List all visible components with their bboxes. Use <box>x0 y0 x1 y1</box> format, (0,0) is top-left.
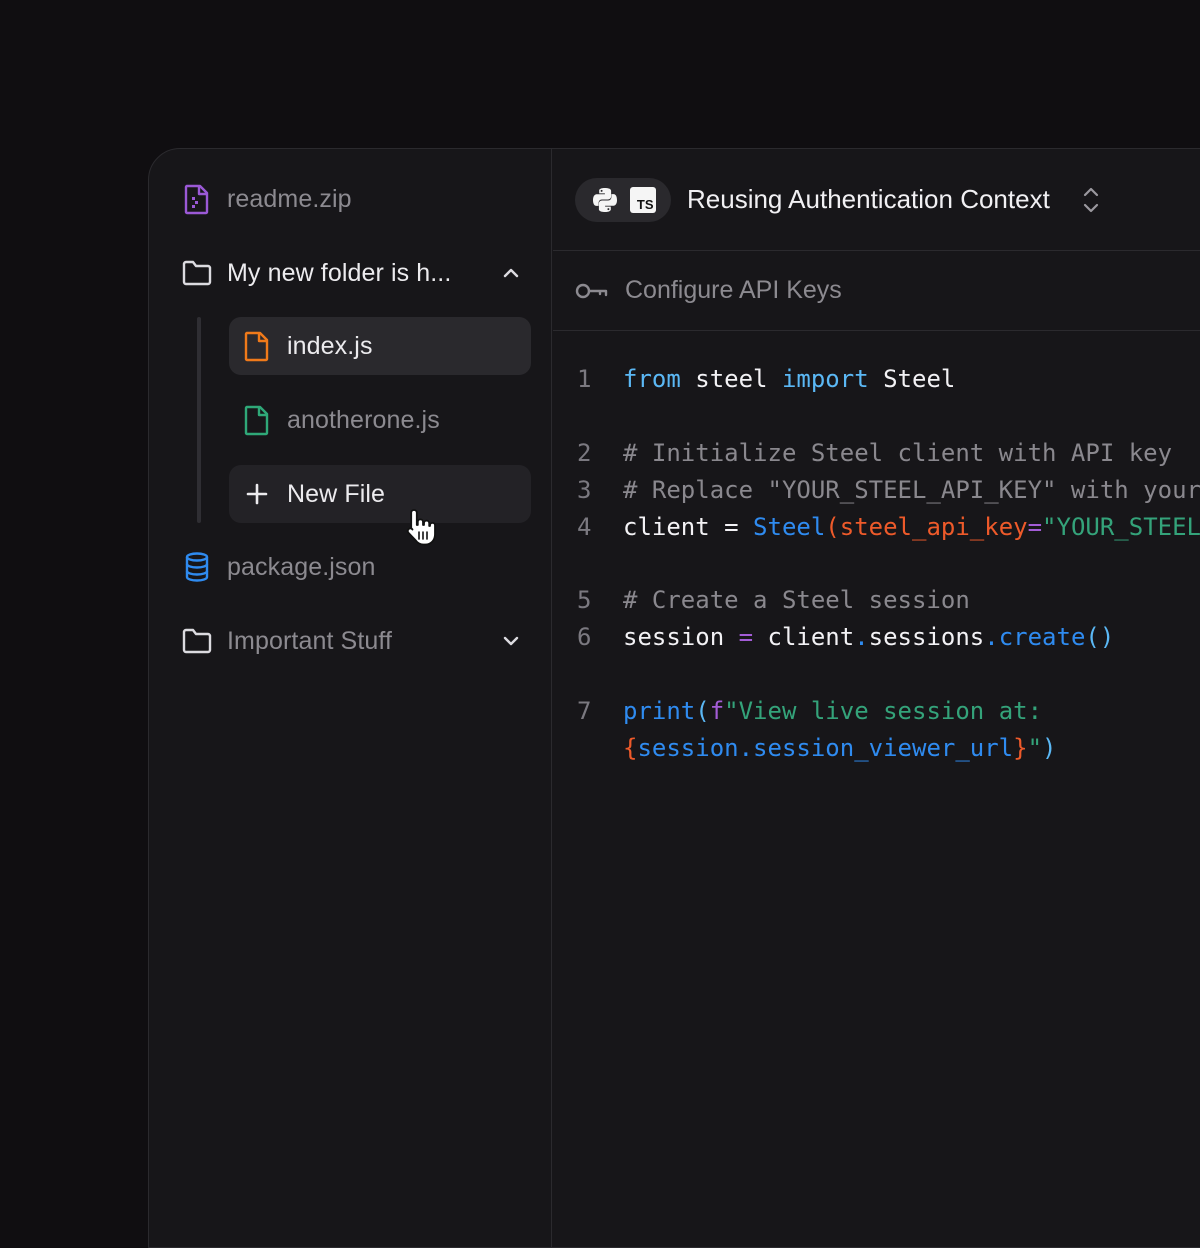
file-item-anotherone-js[interactable]: anotherone.js <box>229 391 531 449</box>
file-explorer-sidebar: readme.zip My new folder is h... index.j… <box>149 149 552 1247</box>
configure-api-keys-bar[interactable]: Configure API Keys <box>553 251 1200 331</box>
file-icon <box>241 330 273 362</box>
code-line: # Create a Steel session <box>623 586 970 614</box>
example-title: Reusing Authentication Context <box>687 184 1050 214</box>
configure-api-keys-label: Configure API Keys <box>625 276 842 304</box>
file-item-label: anotherone.js <box>287 405 440 434</box>
new-file-label: New File <box>287 479 386 508</box>
line-number: 2 <box>577 439 592 467</box>
line-number: 6 <box>577 623 592 651</box>
file-item-index-js[interactable]: index.js <box>229 317 531 375</box>
new-file-button[interactable]: New File <box>229 465 531 523</box>
folder-item-label: Important Stuff <box>227 626 393 655</box>
editor-header: TS Reusing Authentication Context <box>553 149 1200 251</box>
line-number: 3 <box>577 476 592 504</box>
folder-item-label: My new folder is h... <box>227 258 452 287</box>
folder-icon <box>181 625 213 657</box>
database-icon <box>181 551 213 583</box>
app-window: readme.zip My new folder is h... index.j… <box>148 148 1200 1248</box>
folder-icon <box>181 257 213 289</box>
folder-item-my-new-folder[interactable]: My new folder is h... <box>181 244 541 302</box>
file-item-label: readme.zip <box>227 184 352 213</box>
line-number: 4 <box>577 513 592 541</box>
typescript-icon[interactable]: TS <box>629 186 656 213</box>
file-item-label: package.json <box>227 552 376 581</box>
file-item-readme-zip[interactable]: readme.zip <box>181 170 541 228</box>
code-line: client = Steel(steel_api_key="YOUR_STEEL… <box>623 513 1200 541</box>
code-line: session = client.sessions.create() <box>623 623 1115 651</box>
code-line: # Replace "YOUR_STEEL_API_KEY" with your… <box>623 476 1200 504</box>
python-icon[interactable] <box>591 186 619 214</box>
code-line: print(f"View live session at: <box>623 697 1043 725</box>
code-editor-panel: TS Reusing Authentication Context Config… <box>553 149 1200 1247</box>
chevron-up-icon[interactable] <box>499 261 523 285</box>
code-line-continued: {session.session_viewer_url}") <box>623 734 1057 762</box>
chevron-up-down-icon[interactable] <box>1080 185 1102 215</box>
file-icon <box>241 404 273 436</box>
line-number: 1 <box>577 365 592 393</box>
file-item-package-json[interactable]: package.json <box>181 538 541 596</box>
code-line: from steel import Steel <box>623 365 956 393</box>
tree-indent-line <box>197 317 201 523</box>
zip-file-icon <box>181 183 213 215</box>
language-switcher[interactable]: TS <box>575 177 671 222</box>
file-item-label: index.js <box>287 331 373 360</box>
code-line: # Initialize Steel client with API key <box>623 439 1173 467</box>
key-icon <box>575 283 608 298</box>
line-number: 7 <box>577 697 592 725</box>
line-number: 5 <box>577 586 592 614</box>
folder-item-important-stuff[interactable]: Important Stuff <box>181 612 541 670</box>
plus-icon <box>241 478 273 510</box>
chevron-down-icon[interactable] <box>499 629 523 653</box>
